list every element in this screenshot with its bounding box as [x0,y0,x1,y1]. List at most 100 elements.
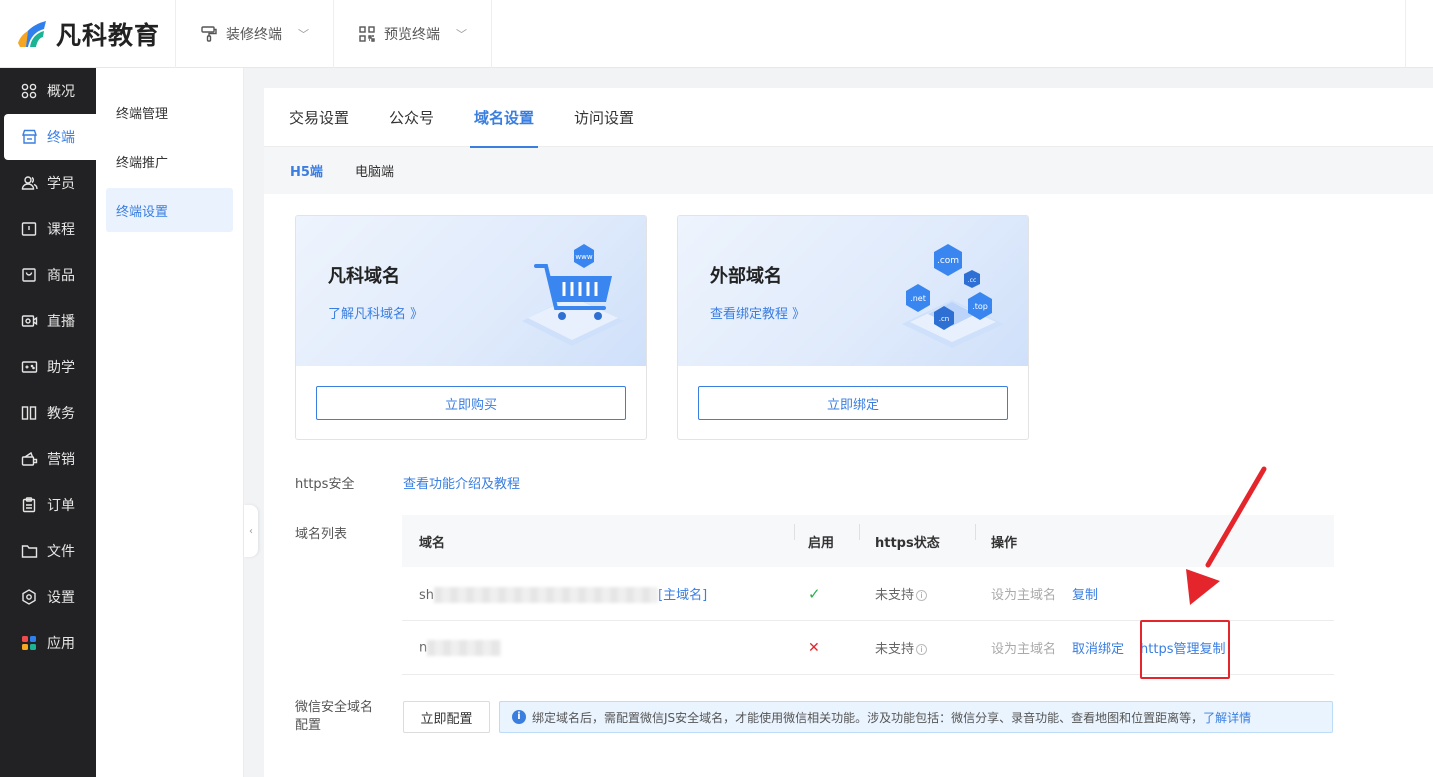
folder-icon [20,542,38,560]
sidebar-item-terminal[interactable]: 终端 [4,114,96,160]
learn-fanke-domain-link[interactable]: 了解凡科域名 》 [328,303,423,322]
configure-now-button[interactable]: 立即配置 [403,701,490,733]
sidebar-item-live[interactable]: 直播 [0,298,96,344]
chevron-left-icon: ‹ [249,525,253,537]
sidebar-item-settings[interactable]: 设置 [0,574,96,620]
info-icon[interactable]: i [916,644,928,655]
www-label: www [575,253,592,261]
chevron-down-icon: ﹀ [456,28,467,41]
enabled-cell: ✓ [794,585,859,603]
domain-suffix-illustration-icon: .com .cc .net .top .cn [902,244,1004,348]
topnav-decorate-terminal[interactable]: 装修终端 ﹀ [176,0,334,68]
domain-prefix: sh [419,587,435,603]
https-security-label: https安全 [295,477,355,492]
set-primary-domain-action: 设为主域名 [991,588,1057,603]
domain-cell: sh [主域名] [402,584,794,604]
brand-logo[interactable]: 凡科教育 [0,0,176,68]
label-line: 配置 [295,718,322,733]
marketing-icon [20,450,38,468]
settings-icon [20,588,38,606]
buy-now-button[interactable]: 立即购买 [316,386,626,420]
copy-action[interactable]: 复制 [1200,638,1226,657]
subsidebar-item-terminal-promotion[interactable]: 终端推广 [106,139,233,183]
store-icon [20,128,38,146]
label-line: 微信安全域名 [295,700,374,715]
unbind-action[interactable]: 取消绑定 [1072,638,1124,657]
topnav-preview-terminal[interactable]: 预览终端 ﹀ [334,0,492,68]
domain-list-label: 域名列表 [295,527,348,542]
sidebar-item-files[interactable]: 文件 [0,528,96,574]
info-icon[interactable]: i [916,590,928,601]
live-icon [20,312,38,330]
column-header-https-status: https状态 [859,523,975,551]
sidebar-label: 终端 [47,130,75,146]
sidebar-label: 设置 [47,590,75,606]
gamepad-icon [20,358,38,376]
subsidebar-item-terminal-management[interactable]: 终端管理 [106,90,233,134]
subsidebar-item-terminal-settings[interactable]: 终端设置 [106,188,233,232]
https-status-cell: 未支持 i [859,638,975,657]
sidebar-item-overview[interactable]: 概况 [0,68,96,114]
sidebar-item-academic[interactable]: 教务 [0,390,96,436]
card-title: 外部域名 [710,266,782,287]
primary-domain-tag: [主域名] [658,587,708,603]
sidebar-label: 应用 [47,636,75,652]
tab-official-account[interactable]: 公众号 [389,88,434,147]
logo-mark-icon [16,17,50,51]
sidebar-label: 教务 [47,406,75,422]
settings-tabs: 交易设置 公众号 域名设置 访问设置 [264,88,1433,148]
cross-icon: ✕ [808,639,820,656]
shopping-cart-illustration-icon: www [522,244,624,346]
domain-table: 域名 启用 https状态 操作 sh [主域名] ✓ 未支持 i 设为主域名 复制… [402,515,1334,675]
domain-prefix: n [419,640,428,655]
bind-now-button[interactable]: 立即绑定 [698,386,1008,420]
apps-icon [20,634,38,652]
sidebar-item-students[interactable]: 学员 [0,160,96,206]
column-header-enabled: 启用 [794,523,859,551]
domain-cell: n [402,639,794,656]
sidebar-item-marketing[interactable]: 营销 [0,436,96,482]
sidebar-label: 课程 [47,222,75,238]
top-label: .top [972,302,988,311]
clipboard-icon [20,496,38,514]
https-tutorial-link[interactable]: 查看功能介绍及教程 [403,473,520,492]
chevron-down-icon: ﹀ [298,28,309,41]
https-status-text: 未支持 [875,642,915,657]
sidebar-item-apps[interactable]: 应用 [0,620,96,666]
learn-more-link[interactable]: 了解详情 [1203,709,1251,726]
column-header-actions: 操作 [975,523,1334,551]
main-sidebar: 概况 终端 学员 课程 商品 直播 助学 教务 营销 订单 文件 设置 应用 [0,68,96,777]
https-status-cell: 未支持 i [859,584,975,603]
subtab-h5[interactable]: H5端 [290,161,323,180]
external-domain-card: 外部域名 查看绑定教程 》 .com .cc .net .top .cn 立即绑… [677,215,1029,440]
check-icon: ✓ [808,584,821,603]
tab-domain-settings[interactable]: 域名设置 [470,88,539,148]
wechat-notice: i 绑定域名后，需配置微信JS安全域名，才能使用微信相关功能。涉及功能包括：微信… [499,701,1333,733]
binding-tutorial-link[interactable]: 查看绑定教程 》 [710,303,805,322]
https-management-action[interactable]: https管理 [1140,638,1199,657]
tab-transaction-settings[interactable]: 交易设置 [289,88,349,147]
sidebar-item-study-aid[interactable]: 助学 [0,344,96,390]
qr-code-icon [358,25,376,43]
card-title: 凡科域名 [328,266,400,287]
sidebar-item-courses[interactable]: 课程 [0,206,96,252]
info-icon: i [512,710,526,724]
sidebar-item-products[interactable]: 商品 [0,252,96,298]
copy-action[interactable]: 复制 [1072,584,1098,603]
sidebar-label: 概况 [47,84,75,100]
tab-access-settings[interactable]: 访问设置 [574,88,634,147]
sidebar-label: 直播 [47,314,75,330]
course-icon [20,220,38,238]
subtab-pc[interactable]: 电脑端 [355,161,394,180]
cn-label: .cn [939,315,950,323]
sidebar-label: 订单 [47,498,75,514]
sidebar-label: 营销 [47,452,75,468]
sidebar-collapse-handle[interactable]: ‹ [244,505,258,557]
brand-name: 凡科教育 [56,21,161,50]
sidebar-item-orders[interactable]: 订单 [0,482,96,528]
sidebar-label: 学员 [47,176,75,192]
card-banner: 外部域名 查看绑定教程 》 .com .cc .net .top .cn [678,216,1028,366]
https-status-text: 未支持 [875,588,915,603]
set-primary-domain-action[interactable]: 设为主域名 [991,638,1056,657]
fanke-domain-card: 凡科域名 了解凡科域名 》 www 立即购买 [295,215,647,440]
